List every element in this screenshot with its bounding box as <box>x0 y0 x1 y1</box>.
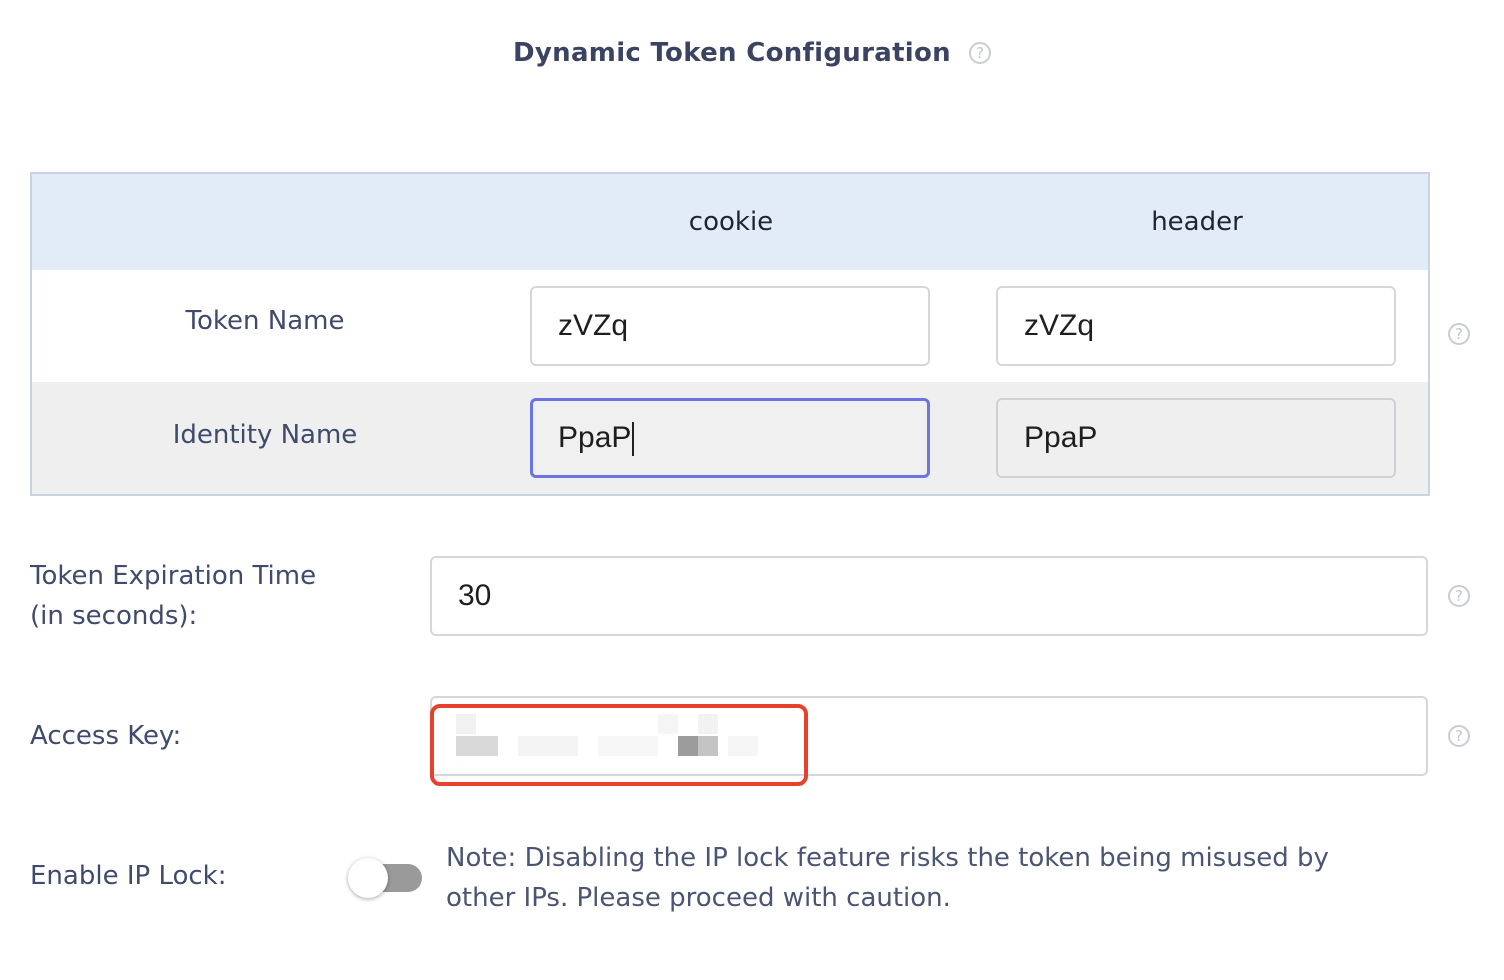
token-name-cookie-input[interactable]: zVZq <box>530 286 930 366</box>
token-table: cookie header Token Name zVZq zVZq Ident… <box>30 172 1430 496</box>
identity-name-header-input: PpaP <box>996 398 1396 478</box>
expiration-label: Token Expiration Time (in seconds): <box>30 561 317 631</box>
text-caret <box>632 422 635 457</box>
expiration-input[interactable]: 30 <box>430 556 1428 636</box>
ip-lock-toggle[interactable] <box>348 858 424 898</box>
column-header-cookie: cookie <box>688 207 774 237</box>
token-table-help-icon[interactable]: ? <box>1448 323 1470 345</box>
expiration-help-icon[interactable]: ? <box>1448 585 1470 607</box>
table-row-identity-name: Identity Name PpaP PpaP <box>32 382 1428 494</box>
ip-lock-note: Note: Disabling the IP lock feature risk… <box>446 843 1329 913</box>
access-key-label: Access Key: <box>30 721 182 751</box>
toggle-knob <box>348 858 388 898</box>
ip-lock-label: Enable IP Lock: <box>30 861 227 891</box>
table-header: cookie header <box>32 174 1428 270</box>
page-header: Dynamic Token Configuration ? <box>0 30 1504 76</box>
column-header-header: header <box>1151 207 1243 237</box>
identity-name-label: Identity Name <box>172 420 358 450</box>
title-help-icon[interactable]: ? <box>968 42 991 64</box>
page-title: Dynamic Token Configuration <box>513 38 951 68</box>
token-name-header-input[interactable]: zVZq <box>996 286 1396 366</box>
token-name-label: Token Name <box>185 306 345 336</box>
access-key-help-icon[interactable]: ? <box>1448 725 1470 747</box>
identity-name-cookie-input[interactable]: PpaP <box>530 398 930 478</box>
table-row-token-name: Token Name zVZq zVZq <box>32 270 1428 382</box>
highlight-annotation-box <box>430 704 808 786</box>
